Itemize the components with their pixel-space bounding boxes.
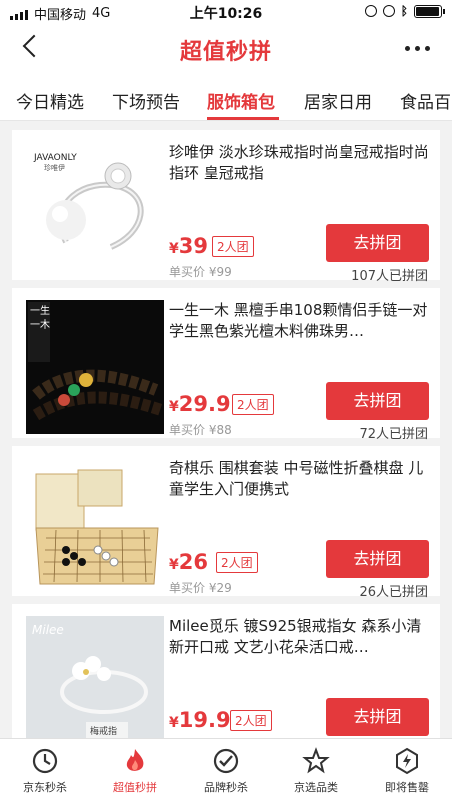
bottom-nav: 京东秒杀 超值秒拼 品牌秒杀 京选品类 即将售罄 xyxy=(0,738,452,798)
group-price: ¥29.9 xyxy=(169,392,231,416)
single-price: 单买价 ¥99 xyxy=(169,265,232,279)
single-price: 单买价 ¥88 xyxy=(169,423,232,437)
svg-text:一生: 一生 xyxy=(30,304,50,317)
tab-apparel-bags[interactable]: 服饰箱包 xyxy=(207,88,275,113)
orientation-lock-icon xyxy=(382,5,395,17)
bluetooth-icon: ᛒ xyxy=(400,4,408,18)
group-price: ¥26 xyxy=(169,550,208,574)
product-card[interactable]: 一生 一木 一生一木 黑檀手串108颗情侣手链一对学生黑色紫光檀木料佛珠男… ¥… xyxy=(12,288,440,442)
svg-text:Milee: Milee xyxy=(32,623,64,637)
bottom-nav-selling-out[interactable]: 即将售罄 xyxy=(362,739,452,798)
product-image-flower-ring[interactable]: Milee 梅戒指 xyxy=(26,616,164,750)
page-title: 超值秒拼 xyxy=(179,40,272,65)
join-group-button[interactable]: 去拼团 xyxy=(326,698,429,736)
bottom-nav-super-group[interactable]: 超值秒拼 xyxy=(90,739,180,798)
product-title[interactable]: 珍唯伊 淡水珍珠戒指时尚皇冠戒指时尚指环 皇冠戒指 xyxy=(169,142,431,184)
tab-today-picks[interactable]: 今日精选 xyxy=(16,88,84,113)
status-bar: 中国移动 4G 上午10:26 ᛒ xyxy=(0,0,452,24)
svg-text:梅戒指: 梅戒指 xyxy=(90,725,117,737)
join-group-button[interactable]: 去拼团 xyxy=(326,540,429,578)
group-size-badge: 2人团 xyxy=(232,394,274,415)
join-group-button[interactable]: 去拼团 xyxy=(326,382,429,420)
lightning-icon xyxy=(396,747,418,775)
bottom-nav-jd-categories[interactable]: 京选品类 xyxy=(271,739,361,798)
joined-count: 72人已拼团 xyxy=(359,427,428,442)
bottom-nav-brand-seckill[interactable]: 品牌秒杀 xyxy=(181,739,271,798)
clock-icon xyxy=(32,748,58,774)
product-image-go-set[interactable] xyxy=(26,458,164,592)
badge-check-icon xyxy=(213,748,239,774)
bottom-nav-jd-seckill[interactable]: 京东秒杀 xyxy=(0,739,90,798)
bottom-nav-label: 京选品类 xyxy=(294,781,338,794)
group-size-badge: 2人团 xyxy=(230,710,272,731)
bottom-nav-label: 京东秒杀 xyxy=(23,781,67,794)
group-price: ¥19.9 xyxy=(169,708,231,732)
product-title[interactable]: Milee觅乐 镀S925银戒指女 森系小清新开口戒 文艺小花朵活口戒… xyxy=(169,616,431,658)
product-card[interactable]: 奇棋乐 围棋套装 中号磁性折叠棋盘 儿童学生入门便携式 ¥26 2人团 单买价 … xyxy=(12,446,440,600)
bottom-nav-label: 品牌秒杀 xyxy=(204,781,248,794)
product-card[interactable]: JAVAONLY 珍唯伊 珍唯伊 淡水珍珠戒指时尚皇冠戒指时尚指环 皇冠戒指 ¥… xyxy=(12,130,440,284)
location-icon xyxy=(364,5,377,17)
category-tabs: 今日精选 下场预告 服饰箱包 居家日用 食品百 xyxy=(0,74,452,121)
bottom-nav-label: 即将售罄 xyxy=(385,781,429,794)
join-group-button[interactable]: 去拼团 xyxy=(326,224,429,262)
joined-count: 26人已拼团 xyxy=(359,585,428,600)
more-icon[interactable] xyxy=(405,46,430,51)
tab-home-goods[interactable]: 居家日用 xyxy=(304,88,372,113)
bottom-nav-label: 超值秒拼 xyxy=(113,781,157,794)
tab-next-preview[interactable]: 下场预告 xyxy=(112,88,180,113)
nav-bar: 超值秒拼 xyxy=(0,24,452,74)
product-image-pearl-ring[interactable]: JAVAONLY 珍唯伊 xyxy=(26,142,164,276)
svg-text:一木: 一木 xyxy=(30,319,50,331)
star-icon xyxy=(302,747,330,774)
flame-icon xyxy=(126,749,144,771)
group-size-badge: 2人团 xyxy=(216,552,258,573)
group-price: ¥39 xyxy=(169,234,208,258)
joined-count: 107人已拼团 xyxy=(351,269,428,284)
battery-icon xyxy=(414,4,445,18)
svg-text:珍唯伊: 珍唯伊 xyxy=(44,163,65,172)
svg-text:JAVAONLY: JAVAONLY xyxy=(33,153,77,163)
group-size-badge: 2人团 xyxy=(212,236,254,257)
product-image-bead-bracelet[interactable]: 一生 一木 xyxy=(26,300,164,434)
single-price: 单买价 ¥29 xyxy=(169,581,232,595)
product-title[interactable]: 一生一木 黑檀手串108颗情侣手链一对学生黑色紫光檀木料佛珠男… xyxy=(169,300,431,342)
active-tab-indicator xyxy=(207,117,279,120)
product-title[interactable]: 奇棋乐 围棋套装 中号磁性折叠棋盘 儿童学生入门便携式 xyxy=(169,458,431,500)
tab-food[interactable]: 食品百 xyxy=(400,88,451,113)
product-card[interactable]: Milee 梅戒指 Milee觅乐 镀S925银戒指女 森系小清新开口戒 文艺小… xyxy=(12,604,440,754)
